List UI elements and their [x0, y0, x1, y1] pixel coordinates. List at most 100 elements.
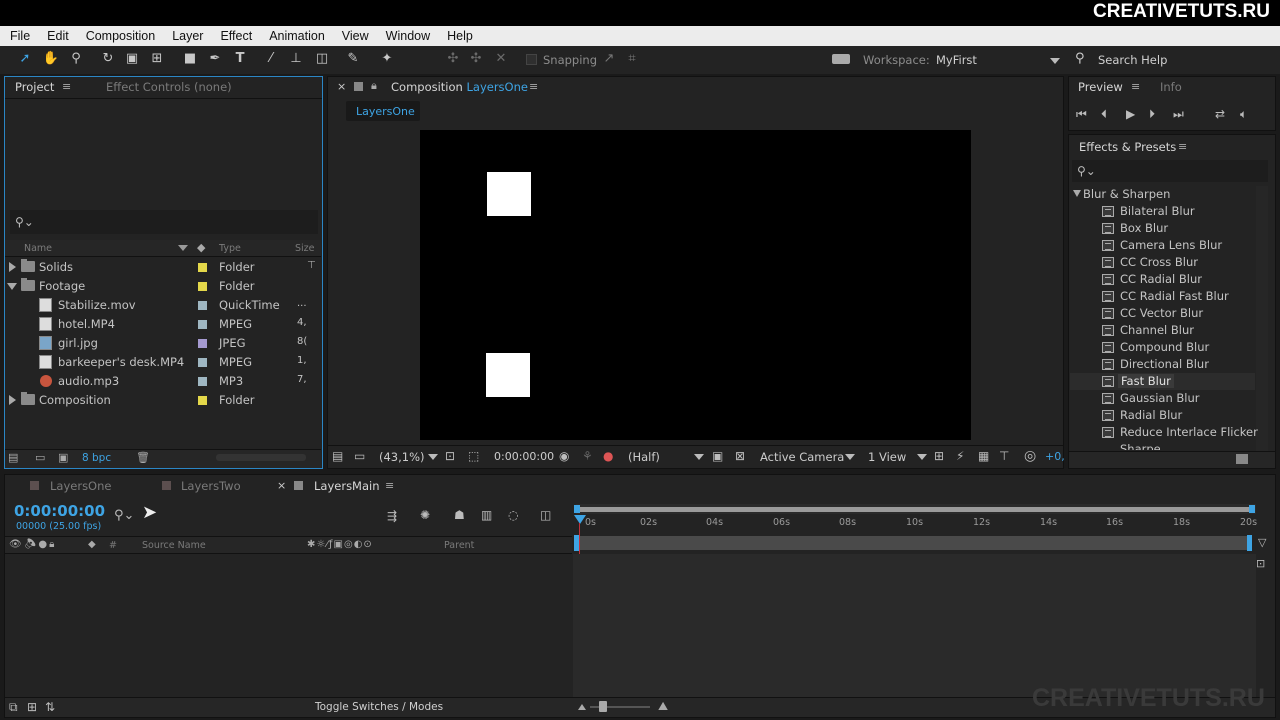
chevron-down-icon[interactable]: [428, 454, 438, 460]
trash-icon[interactable]: 🗑: [136, 451, 150, 464]
fast-preview-icon[interactable]: ▣: [712, 449, 723, 463]
comp-tab[interactable]: LayersOne: [346, 101, 420, 121]
lock-icon[interactable]: 🔒︎: [371, 79, 377, 93]
effect-item[interactable]: Reduce Interlace Flicker: [1100, 424, 1260, 441]
effect-item[interactable]: Radial Blur: [1100, 407, 1260, 424]
horizontal-scrollbar[interactable]: [216, 454, 306, 461]
camera-tool-icon[interactable]: ▣: [123, 50, 141, 68]
rectangle-tool-icon[interactable]: ■: [181, 50, 199, 68]
search-icon[interactable]: ⚲⌄: [114, 508, 134, 523]
clone-stamp-tool-icon[interactable]: ⊥: [287, 50, 305, 68]
hand-tool-icon[interactable]: ✋: [42, 50, 60, 68]
column-type[interactable]: Type: [219, 243, 241, 254]
effect-item[interactable]: Camera Lens Blur: [1100, 237, 1260, 254]
chevron-down-icon[interactable]: [917, 454, 927, 460]
selection-tool-icon[interactable]: ➚: [16, 50, 34, 68]
menu-view[interactable]: View: [333, 29, 377, 43]
timeline-tab-layersmain[interactable]: LayersMain: [314, 479, 380, 493]
shy-layers-icon[interactable]: ☗: [454, 508, 465, 522]
timeline-tab-layerstwo[interactable]: LayersTwo: [181, 479, 241, 493]
expand-arrow-icon[interactable]: [9, 395, 16, 405]
layer-switches-toggle-icon[interactable]: ⧉: [9, 700, 18, 715]
snap-features-icon[interactable]: ⌗: [623, 50, 641, 68]
chevron-down-icon[interactable]: [845, 454, 855, 460]
toggle-switches-modes-button[interactable]: Toggle Switches / Modes: [315, 701, 443, 713]
effect-item[interactable]: CC Vector Blur: [1100, 305, 1260, 322]
last-frame-icon[interactable]: ⏭: [1173, 107, 1184, 122]
menu-help[interactable]: Help: [438, 29, 481, 43]
first-frame-icon[interactable]: ⏮: [1076, 107, 1087, 122]
resolution-select[interactable]: (Half): [628, 450, 660, 464]
rotate-tool-icon[interactable]: ↻: [99, 50, 117, 68]
fast-draft-icon[interactable]: ⚡: [956, 449, 964, 463]
effect-item[interactable]: Box Blur: [1100, 220, 1260, 237]
interpret-footage-icon[interactable]: ▤: [8, 451, 18, 464]
navigator-end-handle[interactable]: [1247, 535, 1252, 551]
comp-marker-icon[interactable]: ▽: [1258, 536, 1266, 549]
expand-arrow-icon[interactable]: [9, 262, 16, 272]
effect-item[interactable]: Compound Blur: [1100, 339, 1260, 356]
graph-editor-icon[interactable]: ◫: [540, 508, 551, 522]
menu-composition[interactable]: Composition: [77, 29, 163, 43]
menu-layer[interactable]: Layer: [163, 29, 211, 43]
panel-menu-icon[interactable]: ≡: [529, 80, 538, 93]
transparency-grid-icon[interactable]: ⊠: [735, 449, 745, 463]
menu-file[interactable]: File: [0, 29, 38, 43]
timeline-icon[interactable]: ▦: [978, 449, 989, 463]
project-item-barkeeper[interactable]: barkeeper's desk.MP4 MPEG 1,: [4, 353, 320, 372]
close-icon[interactable]: ×: [277, 479, 286, 492]
channels-icon[interactable]: ●: [603, 449, 613, 463]
always-preview-icon[interactable]: ▤: [332, 449, 343, 463]
timeline-tab-layersone[interactable]: LayersOne: [50, 479, 111, 493]
layer-switches-icons[interactable]: ✱☼⁄ƒ▣◎◐⊙: [307, 539, 373, 550]
sort-chevron-icon[interactable]: [178, 245, 188, 251]
axis-local-icon[interactable]: ✣: [444, 50, 462, 68]
collapse-arrow-icon[interactable]: [1073, 190, 1081, 197]
effect-item[interactable]: Channel Blur: [1100, 322, 1260, 339]
effect-item[interactable]: CC Radial Fast Blur: [1100, 288, 1260, 305]
effect-item[interactable]: CC Cross Blur: [1100, 254, 1260, 271]
monitor-icon[interactable]: ▭: [354, 449, 365, 463]
reset-exposure-icon[interactable]: ◎: [1024, 448, 1036, 464]
toggle-pixel-aspect-icon[interactable]: ⊞: [934, 449, 944, 463]
workspace-select[interactable]: MyFirst: [936, 53, 1068, 69]
white-solid-layer[interactable]: [487, 172, 531, 216]
time-navigator[interactable]: [576, 536, 1250, 550]
snapshot-icon[interactable]: ◉: [559, 449, 569, 463]
zoom-level[interactable]: (43,1%): [379, 450, 425, 464]
roto-brush-tool-icon[interactable]: ✎: [344, 50, 362, 68]
menu-window[interactable]: Window: [377, 29, 438, 43]
menu-effect[interactable]: Effect: [211, 29, 260, 43]
work-area-bar[interactable]: [578, 507, 1252, 512]
white-solid-layer[interactable]: [486, 353, 530, 397]
pen-tool-icon[interactable]: ✒: [206, 50, 224, 68]
panel-menu-icon[interactable]: ≡: [1131, 80, 1140, 93]
project-item-solids[interactable]: Solids Folder ⊤: [4, 258, 320, 277]
show-snapshot-icon[interactable]: ⚘: [582, 449, 593, 463]
effect-item-clipped[interactable]: Sharpen: [1100, 441, 1160, 450]
snapping-checkbox[interactable]: [526, 54, 537, 65]
previous-frame-icon[interactable]: ⏴: [1101, 107, 1107, 122]
type-tool-icon[interactable]: T: [231, 50, 249, 68]
play-icon[interactable]: ▶: [1126, 107, 1135, 121]
loop-icon[interactable]: ⇄: [1215, 107, 1225, 121]
tab-effect-controls[interactable]: Effect Controls (none): [106, 80, 232, 94]
new-composition-icon[interactable]: ▣: [58, 451, 68, 464]
brush-tool-icon[interactable]: ⁄: [262, 50, 280, 68]
viewer-timecode[interactable]: 0:00:00:00: [494, 450, 554, 463]
menu-edit[interactable]: Edit: [38, 29, 77, 43]
snap-edges-icon[interactable]: ↗: [600, 50, 618, 68]
zoom-tool-icon[interactable]: ⚲: [67, 50, 85, 68]
camera-select[interactable]: Active Camera: [760, 450, 844, 464]
effect-item-selected[interactable]: Fast Blur: [1100, 373, 1260, 390]
search-help-input[interactable]: Search Help: [1098, 53, 1268, 67]
panel-menu-icon[interactable]: ≡: [385, 479, 394, 492]
bit-depth-button[interactable]: 8 bpc: [82, 452, 111, 464]
exposure-value[interactable]: +0,: [1045, 450, 1065, 463]
column-source-name[interactable]: Source Name: [142, 540, 206, 551]
flowchart-icon[interactable]: ⊤: [307, 260, 316, 271]
project-item-footage[interactable]: Footage Folder: [4, 277, 320, 296]
playhead-handle[interactable]: [574, 515, 586, 524]
new-bin-icon[interactable]: [1236, 454, 1248, 464]
fit-icon[interactable]: ⊡: [445, 449, 455, 463]
